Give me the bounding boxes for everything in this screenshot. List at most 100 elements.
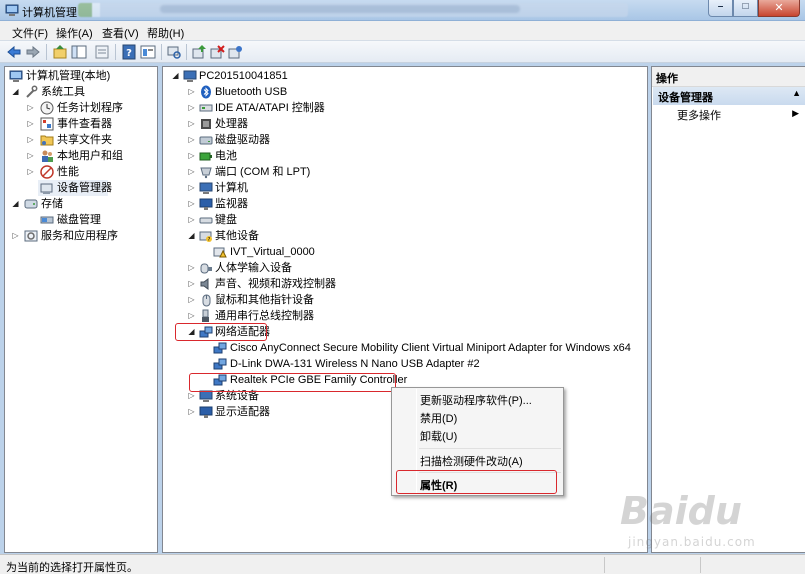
toolbar-separator [115, 44, 116, 60]
tree-item-device-manager[interactable]: 设备管理器 [38, 180, 112, 196]
tree-item-computer-root[interactable]: ◢ PC201510041851 [169, 68, 469, 84]
forward-icon[interactable] [25, 44, 41, 60]
device-category[interactable]: ▷ 端口 (COM 和 LPT) [185, 164, 485, 180]
tree-item-system-tools[interactable]: ◢ 系统工具 [7, 84, 157, 100]
update-driver-icon[interactable] [191, 44, 207, 60]
submenu-arrow-icon: ▶ [792, 108, 799, 118]
more-actions[interactable]: 更多操作 [677, 107, 721, 123]
device-category[interactable]: ▷ 通用串行总线控制器 [185, 308, 485, 324]
expanded-arrow-icon[interactable]: ◢ [187, 228, 196, 244]
svg-text:?: ? [208, 237, 211, 243]
collapsed-arrow-icon[interactable]: ▷ [187, 212, 196, 228]
unknown-device-icon: ? [199, 231, 212, 243]
collapsed-arrow-icon[interactable]: ▷ [26, 116, 35, 132]
tree-item-performance[interactable]: ▷ 性能 [7, 164, 157, 180]
tree-label: IVT_Virtual_0000 [230, 246, 315, 258]
menu-disable[interactable]: 禁用(D) [420, 410, 457, 426]
collapsed-arrow-icon[interactable]: ▷ [187, 100, 196, 116]
status-divider [604, 557, 605, 573]
collapsed-arrow-icon[interactable]: ▷ [187, 276, 196, 292]
device-category[interactable]: ▷ 计算机 [185, 180, 485, 196]
tree-label: 服务和应用程序 [41, 230, 118, 242]
collapsed-arrow-icon[interactable]: ▷ [187, 308, 196, 324]
collapsed-arrow-icon[interactable]: ▷ [26, 100, 35, 116]
tree-label: 键盘 [215, 214, 237, 226]
device-item[interactable]: IVT_Virtual_0000 [201, 244, 501, 260]
tree-label: 监视器 [215, 198, 248, 210]
tree-item-task-scheduler[interactable]: ▷ 任务计划程序 [7, 100, 157, 116]
up-icon[interactable] [52, 44, 68, 60]
collapsed-arrow-icon[interactable]: ▷ [187, 132, 196, 148]
device-item[interactable]: Cisco AnyConnect Secure Mobility Client … [201, 340, 646, 356]
collapsed-arrow-icon[interactable]: ▷ [187, 180, 196, 196]
device-category[interactable]: ▷ 声音、视频和游戏控制器 [185, 276, 485, 292]
maximize-button[interactable]: □ [733, 0, 758, 17]
battery-icon [199, 152, 212, 161]
actions-section-device-manager[interactable]: 设备管理器 ▲ [653, 87, 805, 105]
menu-uninstall[interactable]: 卸载(U) [420, 428, 457, 444]
tree-item-local-users[interactable]: ▷ 本地用户和组 [7, 148, 157, 164]
device-category[interactable]: ▷ IDE ATA/ATAPI 控制器 [185, 100, 485, 116]
menu-file[interactable]: 文件(F) [12, 25, 48, 41]
status-bar: 为当前的选择打开属性页。 [0, 554, 805, 574]
computer-management-icon [5, 4, 19, 16]
view-icon[interactable] [94, 44, 110, 60]
device-category[interactable]: ▷ 人体学输入设备 [185, 260, 485, 276]
device-category[interactable]: ▷ 处理器 [185, 116, 485, 132]
properties-icon[interactable] [140, 44, 156, 60]
title-bar: 计算机管理 – □ ✕ [0, 0, 805, 21]
menu-update-driver[interactable]: 更新驱动程序软件(P)... [420, 392, 532, 408]
expanded-arrow-icon[interactable]: ◢ [11, 84, 20, 100]
tree-item-root[interactable]: 计算机管理(本地) [7, 68, 157, 84]
monitor-icon [199, 198, 213, 210]
storage-icon [24, 199, 38, 209]
collapsed-arrow-icon[interactable]: ▷ [26, 164, 35, 180]
collapsed-arrow-icon[interactable]: ▷ [187, 260, 196, 276]
scan-icon[interactable] [166, 44, 182, 60]
device-category[interactable]: ▷ Bluetooth USB [185, 84, 485, 100]
device-category[interactable]: ▷ 鼠标和其他指针设备 [185, 292, 485, 308]
menu-help[interactable]: 帮助(H) [147, 25, 184, 41]
tree-label: 通用串行总线控制器 [215, 310, 314, 322]
expanded-arrow-icon[interactable]: ◢ [11, 196, 20, 212]
show-tree-icon[interactable] [71, 44, 87, 60]
tree-label: 显示适配器 [215, 406, 270, 418]
device-category[interactable]: ▷ 键盘 [185, 212, 485, 228]
toolbar: ? [0, 41, 805, 63]
expanded-arrow-icon[interactable]: ◢ [171, 68, 180, 84]
help-icon[interactable]: ? [121, 44, 137, 60]
uninstall-icon[interactable] [227, 44, 243, 60]
toolbar-separator [186, 44, 187, 60]
device-category[interactable]: ▷ 监视器 [185, 196, 485, 212]
collapsed-arrow-icon[interactable]: ▷ [187, 116, 196, 132]
disable-icon[interactable] [209, 44, 225, 60]
back-icon[interactable] [6, 44, 22, 60]
tree-item-disk-management[interactable]: 磁盘管理 [7, 212, 157, 228]
device-item[interactable]: D-Link DWA-131 Wireless N Nano USB Adapt… [201, 356, 601, 372]
disk-management-icon [40, 216, 54, 224]
collapsed-arrow-icon[interactable]: ▷ [187, 292, 196, 308]
collapsed-arrow-icon[interactable]: ▷ [187, 148, 196, 164]
device-category[interactable]: ◢ ? 其他设备 [185, 228, 485, 244]
collapsed-arrow-icon[interactable]: ▷ [187, 84, 196, 100]
device-category[interactable]: ▷ 磁盘驱动器 [185, 132, 485, 148]
collapsed-arrow-icon[interactable]: ▷ [187, 196, 196, 212]
menu-view[interactable]: 查看(V) [102, 25, 139, 41]
menu-scan-hardware[interactable]: 扫描检测硬件改动(A) [420, 453, 523, 469]
collapsed-arrow-icon[interactable]: ▷ [11, 228, 20, 244]
tree-item-storage[interactable]: ◢ 存储 [7, 196, 157, 212]
tree-label: 任务计划程序 [57, 102, 123, 114]
collapsed-arrow-icon[interactable]: ▷ [187, 164, 196, 180]
minimize-button[interactable]: – [708, 0, 733, 17]
tree-item-event-viewer[interactable]: ▷ 事件查看器 [7, 116, 157, 132]
menu-bar: 文件(F) 操作(A) 查看(V) 帮助(H) [0, 21, 805, 41]
menu-action[interactable]: 操作(A) [56, 25, 93, 41]
collapsed-arrow-icon[interactable]: ▷ [187, 404, 196, 420]
collapsed-arrow-icon[interactable]: ▷ [26, 148, 35, 164]
close-button[interactable]: ✕ [758, 0, 800, 17]
device-category[interactable]: ▷ 电池 [185, 148, 485, 164]
collapsed-arrow-icon[interactable]: ▷ [26, 132, 35, 148]
tree-item-shared-folders[interactable]: ▷ 共享文件夹 [7, 132, 157, 148]
collapse-arrow-icon[interactable]: ▲ [792, 88, 801, 98]
tree-item-services[interactable]: ▷ 服务和应用程序 [7, 228, 157, 244]
